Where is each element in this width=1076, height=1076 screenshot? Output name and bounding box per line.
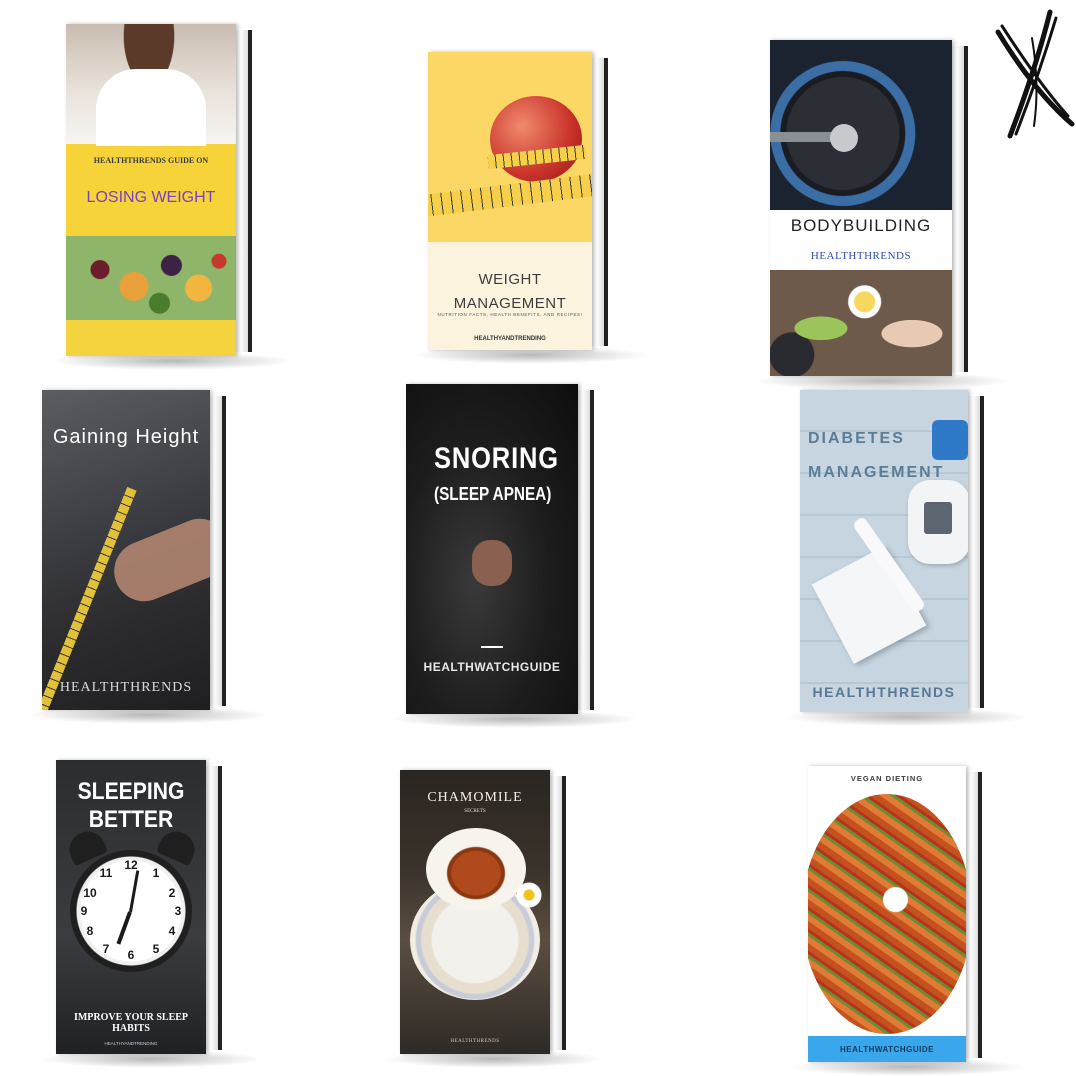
book-title-line1: SLEEPING <box>77 778 185 805</box>
book-cover: HEALTHTHRENDS GUIDE ON LOSING WEIGHT <box>66 24 236 356</box>
clock-number: 6 <box>127 948 135 962</box>
book-title: SLEEPING BETTER <box>65 778 197 834</box>
book-cover: SLEEPING BETTER 12 1 2 3 4 5 6 7 8 9 10 … <box>56 760 206 1054</box>
book-pages <box>592 58 608 346</box>
cover-photo-apple <box>428 52 592 242</box>
clock-number: 3 <box>174 904 182 918</box>
cover-photo-woman <box>66 24 236 149</box>
book-weight-management[interactable]: WEIGHT MANAGEMENT NUTRITION FACTS, HEALT… <box>412 52 648 364</box>
book-title: DIABETES MANAGEMENT <box>808 422 944 490</box>
book-sleeping-better[interactable]: SLEEPING BETTER 12 1 2 3 4 5 6 7 8 9 10 … <box>40 760 262 1068</box>
book-footer: HEALTHTHRENDS <box>812 684 956 700</box>
photo-shirt <box>96 69 206 149</box>
book-pages <box>966 772 982 1058</box>
book-footer: HEALTHTHRENDS <box>59 680 193 695</box>
book-cover: SNORING (SLEEP APNEA) HEALTHWATCHGUIDE <box>406 384 578 714</box>
book-chamomile[interactable]: CHAMOMILE SECRETS HEALTHTHRENDS <box>384 770 604 1068</box>
book-title-line2: BETTER <box>88 806 174 833</box>
measuring-tape-graphic <box>428 173 592 217</box>
book-pages <box>550 776 566 1050</box>
measuring-tape-graphic <box>42 486 137 710</box>
book-pages <box>236 30 252 352</box>
book-pages <box>210 396 226 706</box>
clock-number: 5 <box>152 942 160 956</box>
chamomile-flower-icon <box>516 882 542 908</box>
clock-number: 9 <box>80 904 88 918</box>
book-footer: HEALTHYANDTRENDING <box>474 336 546 342</box>
book-brand: HEALTHTHRENDS <box>810 250 912 262</box>
book-title: LOSING WEIGHT <box>86 189 216 206</box>
book-losing-weight[interactable]: HEALTHTHRENDS GUIDE ON LOSING WEIGHT <box>50 24 294 370</box>
glucose-meter-graphic <box>908 480 968 564</box>
book-cover: Gaining Height HEALTHTHRENDS <box>42 390 210 710</box>
photo-hand <box>472 540 512 586</box>
book-footer-brand: HEALTHYANDTRENDING <box>104 1041 158 1046</box>
cover-photo-fruit <box>66 236 236 320</box>
cover-photo-sweet-potato <box>808 794 966 1034</box>
close-icon[interactable] <box>992 8 1076 140</box>
clock-number: 2 <box>168 886 176 900</box>
book-title-line1: DIABETES <box>808 430 905 447</box>
book-pages <box>968 396 984 708</box>
book-vegan-dieting[interactable]: VEGAN DIETING HEALTHWATCHGUIDE <box>792 766 1024 1076</box>
book-title-line2: MANAGEMENT <box>808 464 945 481</box>
book-title: Gaining Height <box>52 426 200 448</box>
book-cover: WEIGHT MANAGEMENT NUTRITION FACTS, HEALT… <box>428 52 592 350</box>
clock-number: 11 <box>99 866 113 880</box>
book-footer: HEALTHWATCHGUIDE <box>423 660 561 674</box>
book-cover: BODYBUILDING HEALTHTHRENDS <box>770 40 952 376</box>
clock-number: 8 <box>86 924 94 938</box>
book-footer: IMPROVE YOUR SLEEP HABITS <box>73 1012 189 1034</box>
book-title: VEGAN DIETING <box>850 774 924 783</box>
clock-number: 4 <box>168 924 176 938</box>
book-diabetes-management[interactable]: DIABETES MANAGEMENT HEALTHTHRENDS <box>784 390 1030 726</box>
book-title: CHAMOMILE <box>427 790 523 805</box>
cover-photo-weight-plate <box>770 40 952 210</box>
book-cover: DIABETES MANAGEMENT HEALTHTHRENDS <box>800 390 968 712</box>
book-title: WEIGHT MANAGEMENT <box>428 268 592 316</box>
book-subtitle: NUTRITION FACTS, HEALTH BENEFITS, AND RE… <box>437 312 583 317</box>
apple-graphic <box>490 96 582 182</box>
book-subtitle: (SLEEP APNEA) <box>434 484 552 504</box>
clock-number: 10 <box>83 886 97 900</box>
book-pages <box>952 46 968 372</box>
x-mark-graphic <box>995 9 1075 139</box>
clock-number: 1 <box>152 866 160 880</box>
book-pages <box>206 766 222 1050</box>
book-subtitle: SECRETS <box>464 809 486 814</box>
cover-photo-food <box>770 270 952 376</box>
book-gaining-height[interactable]: Gaining Height HEALTHTHRENDS <box>26 390 270 724</box>
book-cover: VEGAN DIETING HEALTHWATCHGUIDE <box>808 766 966 1062</box>
clock-number: 7 <box>102 942 110 956</box>
book-pretitle: HEALTHTHRENDS GUIDE ON <box>93 156 209 165</box>
book-title: SNORING <box>434 442 559 475</box>
plate-hub-graphic <box>830 124 858 152</box>
book-footer: HEALTHTHRENDS <box>450 1039 500 1044</box>
teacup-graphic <box>426 828 526 910</box>
book-title: BODYBUILDING <box>790 216 932 235</box>
book-snoring[interactable]: SNORING (SLEEP APNEA) HEALTHWATCHGUIDE <box>390 384 640 728</box>
book-bodybuilding[interactable]: BODYBUILDING HEALTHTHRENDS <box>754 40 1012 390</box>
divider <box>481 646 503 648</box>
book-cover: CHAMOMILE SECRETS HEALTHTHRENDS <box>400 770 550 1054</box>
book-footer: HEALTHWATCHGUIDE <box>840 1045 934 1054</box>
book-title-line1: WEIGHT <box>478 271 542 288</box>
book-pages <box>578 390 594 710</box>
